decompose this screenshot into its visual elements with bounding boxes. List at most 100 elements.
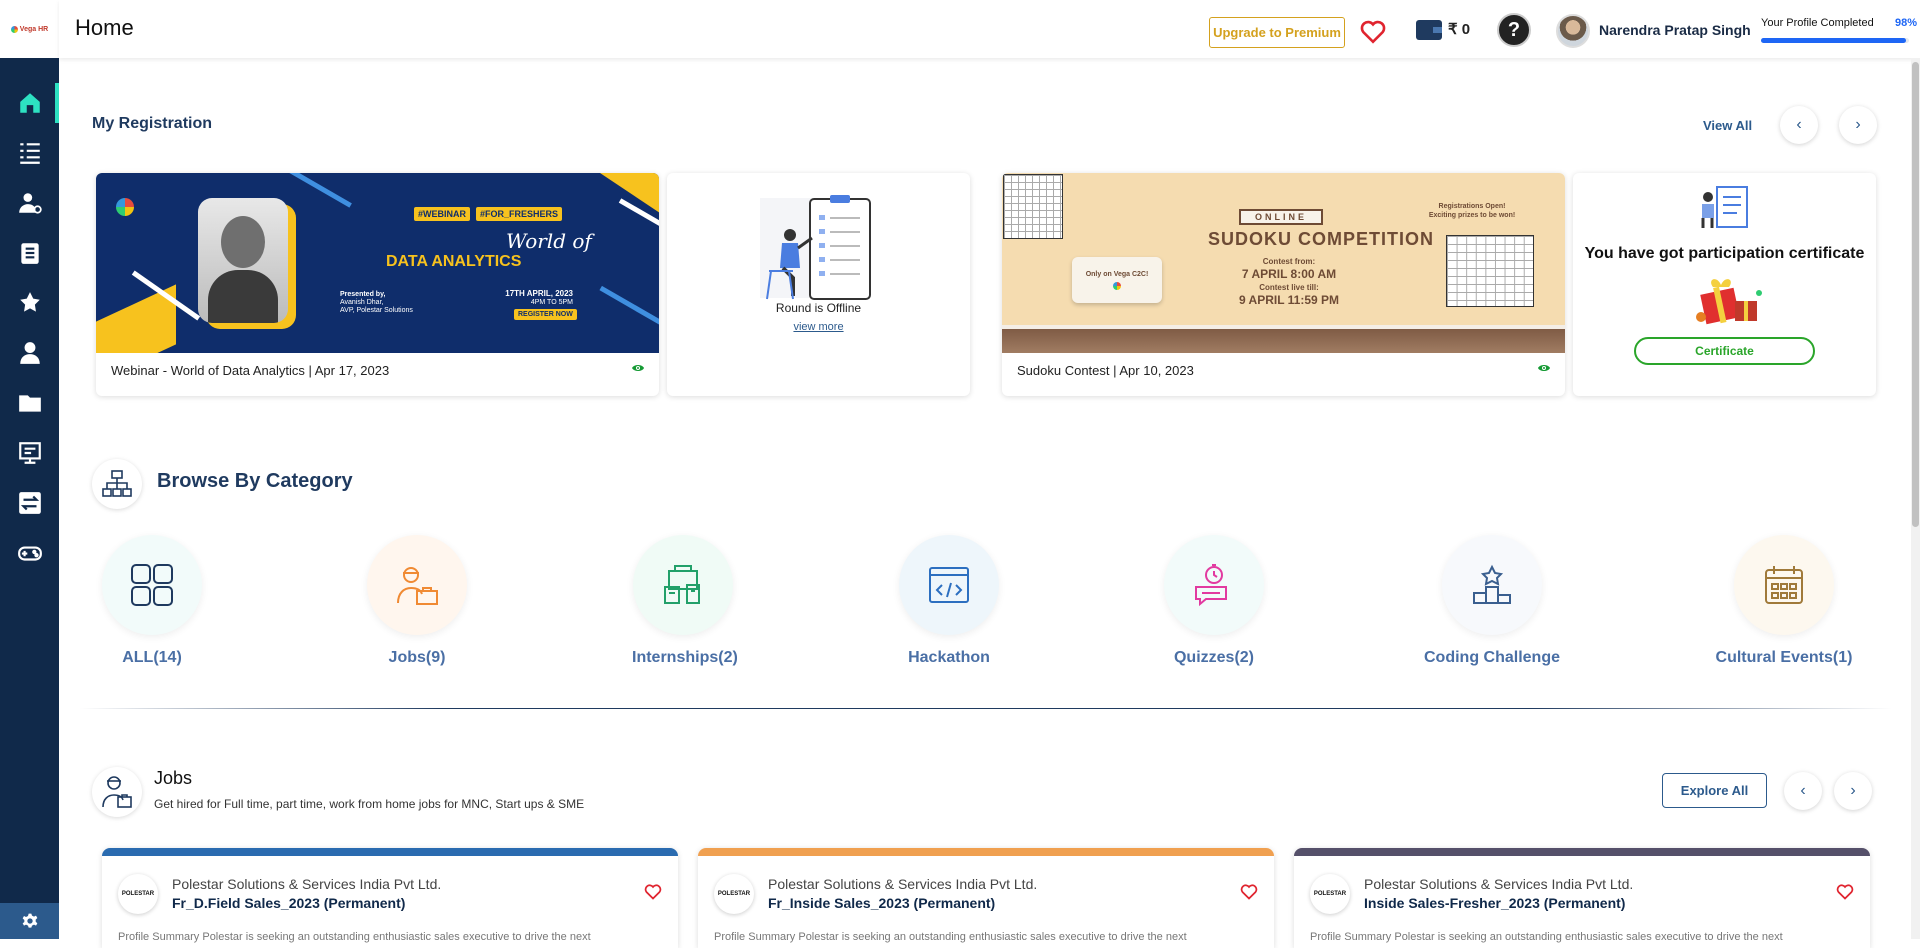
sidebar-item-documents[interactable] xyxy=(0,381,59,425)
settings-button[interactable] xyxy=(0,903,59,939)
wishlist-button[interactable] xyxy=(1360,20,1386,49)
registration-card-webinar[interactable]: #WEBINAR #FOR_FRESHERS World of DATA ANA… xyxy=(96,173,659,396)
checklist-illustration-icon xyxy=(760,195,871,300)
sudoku-grid-right-icon xyxy=(1446,235,1534,307)
registration-card-sudoku[interactable]: ONLINE SUDOKU COMPETITION Contest from: … xyxy=(1002,173,1565,396)
heart-icon xyxy=(1240,884,1258,900)
company-logo: POLESTAR xyxy=(714,874,754,914)
jobs-next-button[interactable]: › xyxy=(1834,772,1872,810)
profile-completion-percent: 98% xyxy=(1895,17,1918,29)
user-name[interactable]: Narendra Pratap Singh xyxy=(1599,22,1751,38)
sidebar-item-rewards[interactable] xyxy=(0,281,59,325)
job-card[interactable]: POLESTAR Polestar Solutions & Services I… xyxy=(698,848,1274,948)
category-hackathon[interactable]: Hackathon xyxy=(898,535,1000,667)
eye-icon xyxy=(1538,365,1550,371)
chevron-left-icon: ‹ xyxy=(1800,782,1806,799)
sudoku-banner: ONLINE SUDOKU COMPETITION Contest from: … xyxy=(1002,173,1565,353)
job-card-strip xyxy=(102,848,678,856)
gamepad-icon xyxy=(17,546,42,561)
sidebar-item-profile[interactable] xyxy=(0,331,59,375)
page-scrollbar[interactable] xyxy=(1911,58,1920,939)
worker-icon xyxy=(102,776,132,808)
view-sudoku-button[interactable] xyxy=(1537,360,1551,378)
certificate-message: You have got participation certificate xyxy=(1584,245,1865,262)
upgrade-premium-button[interactable]: Upgrade to Premium xyxy=(1209,17,1345,48)
registration-prev-button[interactable]: ‹ xyxy=(1780,106,1818,144)
category-label: Internships(2) xyxy=(632,649,738,666)
sudoku-till-value: 9 APRIL 11:59 PM xyxy=(1238,293,1340,307)
profile-completion-fill xyxy=(1761,38,1907,43)
scrollbar-thumb[interactable] xyxy=(1912,62,1919,527)
category-circle xyxy=(1164,535,1264,635)
view-more-link[interactable]: view more xyxy=(667,321,970,333)
sudoku-from-value: 7 APRIL 8:00 AM xyxy=(1241,267,1337,281)
category-quizzes[interactable]: Quizzes(2) xyxy=(1163,535,1265,667)
top-bar: Home Upgrade to Premium ₹ 0 ? Narendra P… xyxy=(59,0,1920,58)
sidebar: Vega HR xyxy=(0,0,59,939)
job-card-strip xyxy=(1294,848,1870,856)
category-label: Coding Challenge xyxy=(1424,649,1560,666)
job-favorite-button[interactable] xyxy=(644,884,662,905)
internship-icon xyxy=(664,565,700,604)
category-circle xyxy=(899,535,999,635)
code-window-icon xyxy=(929,567,969,603)
podium-icon xyxy=(1473,564,1511,604)
webinar-tag: #WEBINAR xyxy=(414,207,471,221)
explore-all-button[interactable]: Explore All xyxy=(1662,773,1767,808)
webinar-caption: Webinar - World of Data Analytics | Apr … xyxy=(111,363,390,378)
sidebar-item-list[interactable] xyxy=(0,131,59,175)
sidebar-item-home[interactable] xyxy=(0,81,59,125)
chevron-left-icon: ‹ xyxy=(1796,116,1802,133)
list-icon xyxy=(19,143,40,164)
sidebar-item-transfer[interactable] xyxy=(0,481,59,525)
browse-category-title: Browse By Category xyxy=(157,470,353,492)
certificate-illustration-icon xyxy=(1701,186,1748,228)
job-role[interactable]: Fr_D.Field Sales_2023 (Permanent) xyxy=(172,895,405,911)
wallet-button[interactable]: ₹ 0 xyxy=(1416,18,1470,40)
category-label: Cultural Events(1) xyxy=(1715,649,1853,666)
certificate-button[interactable]: Certificate xyxy=(1634,337,1815,365)
quiz-icon xyxy=(1195,564,1227,607)
heart-icon xyxy=(1836,884,1854,900)
category-jobs[interactable]: Jobs(9) xyxy=(366,535,468,667)
sidebar-item-courses[interactable] xyxy=(0,431,59,475)
category-circle xyxy=(367,535,467,635)
grid-icon xyxy=(131,564,173,606)
category-cultural-events[interactable]: Cultural Events(1) xyxy=(1703,535,1865,667)
presenter-name: Avanish Dhar, xyxy=(340,299,384,306)
webinar-time: 4PM TO 5PM xyxy=(530,299,573,306)
job-favorite-button[interactable] xyxy=(1240,884,1258,905)
avatar[interactable] xyxy=(1556,14,1590,48)
view-webinar-button[interactable] xyxy=(631,360,645,378)
sidebar-item-games[interactable] xyxy=(0,531,59,575)
section-divider xyxy=(80,708,1892,709)
app-logo[interactable]: Vega HR xyxy=(0,0,59,58)
chevron-right-icon: › xyxy=(1850,782,1856,799)
sidebar-item-candidates[interactable] xyxy=(0,181,59,225)
registration-next-button[interactable]: › xyxy=(1839,106,1877,144)
profile-completion-label: Your Profile Completed xyxy=(1761,17,1874,29)
category-internships[interactable]: Internships(2) xyxy=(632,535,738,667)
company-logo: POLESTAR xyxy=(118,874,158,914)
sudoku-online-badge: ONLINE xyxy=(1239,209,1324,225)
folder-icon xyxy=(18,395,41,412)
category-coding-challenge[interactable]: Coding Challenge xyxy=(1411,535,1573,667)
help-button[interactable]: ? xyxy=(1497,13,1531,47)
job-role[interactable]: Inside Sales-Fresher_2023 (Permanent) xyxy=(1364,895,1625,911)
category-circle xyxy=(633,535,733,635)
sudoku-promo-2: Exciting prizes to be won! xyxy=(1428,212,1516,219)
job-card[interactable]: POLESTAR Polestar Solutions & Services I… xyxy=(1294,848,1870,948)
browse-category-badge xyxy=(92,459,142,509)
sidebar-item-assessments[interactable] xyxy=(0,231,59,275)
round-offline-status: Round is Offline xyxy=(775,301,862,315)
job-favorite-button[interactable] xyxy=(1836,884,1854,905)
job-role[interactable]: Fr_Inside Sales_2023 (Permanent) xyxy=(768,895,995,911)
view-all-link[interactable]: View All xyxy=(1703,118,1752,133)
job-card[interactable]: POLESTAR Polestar Solutions & Services I… xyxy=(102,848,678,948)
sudoku-title: SUDOKU COMPETITION xyxy=(1208,229,1435,249)
jobs-prev-button[interactable]: ‹ xyxy=(1784,772,1822,810)
jobs-subtitle: Get hired for Full time, part time, work… xyxy=(154,797,585,811)
category-all[interactable]: ALL(14) xyxy=(101,535,203,667)
person-icon xyxy=(19,342,40,364)
presented-by: Presented by, xyxy=(340,291,386,298)
